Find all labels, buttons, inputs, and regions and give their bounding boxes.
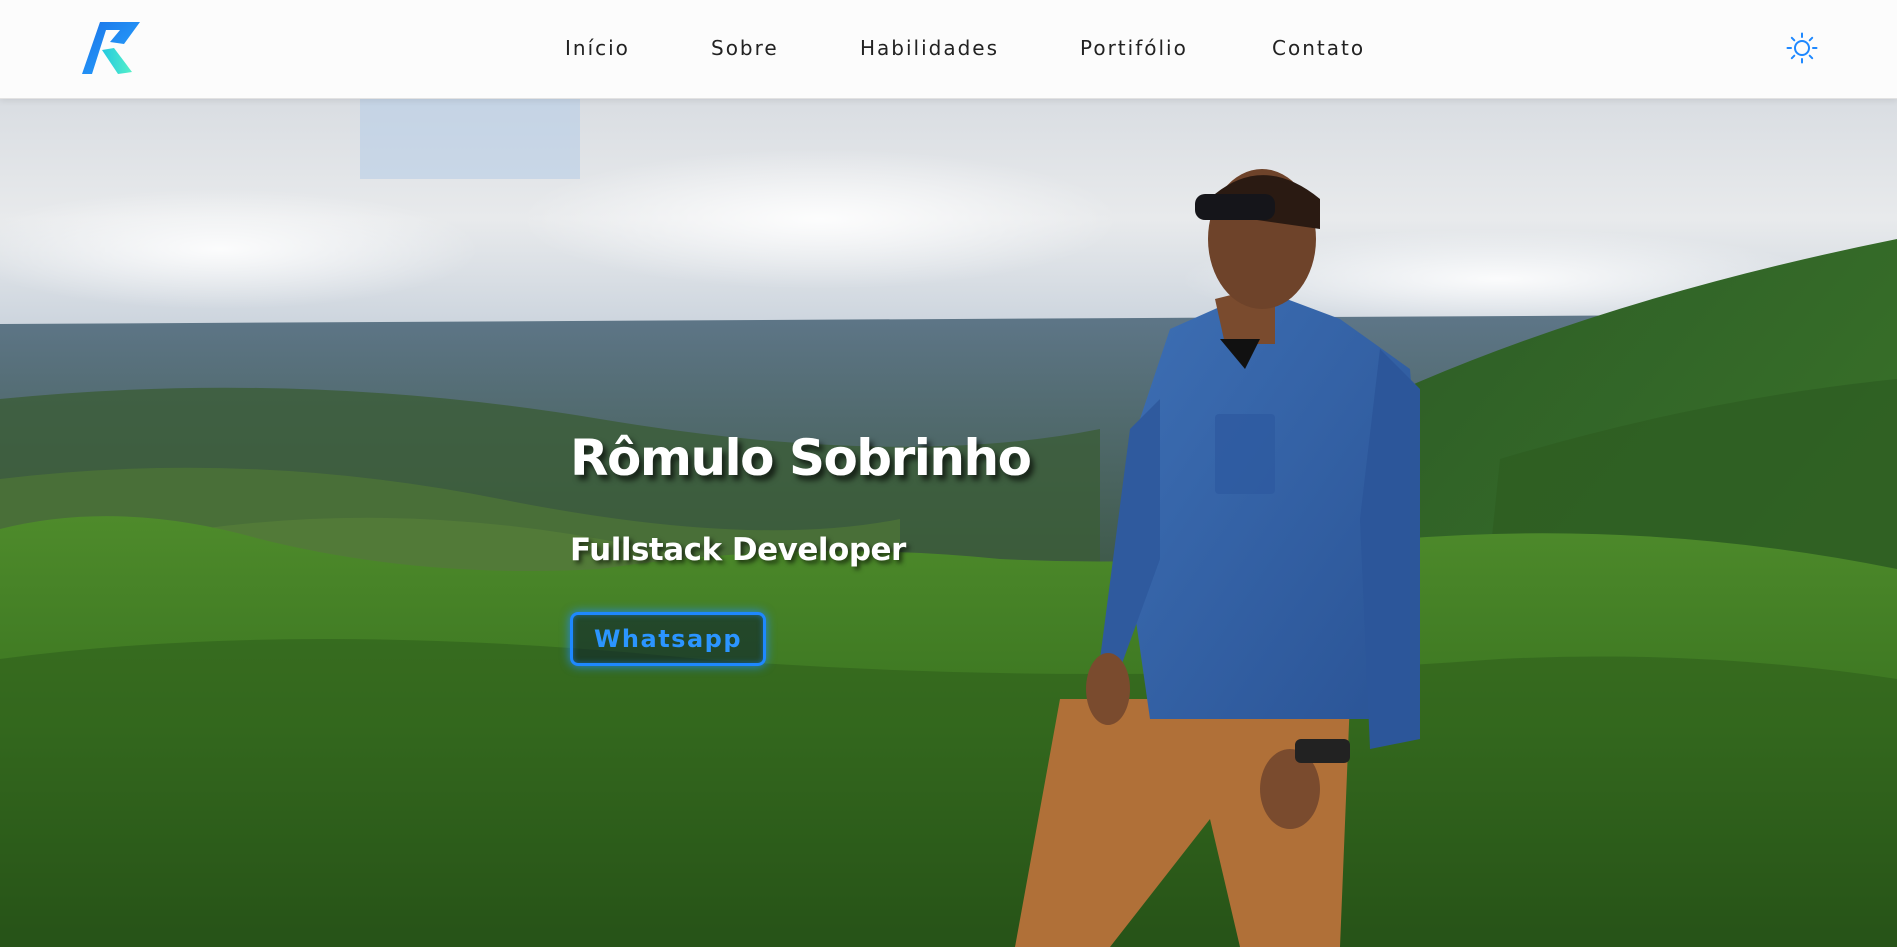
nav-link-sobre[interactable]: Sobre bbox=[711, 36, 779, 60]
whatsapp-button[interactable]: Whatsapp bbox=[570, 612, 766, 666]
main-nav: Início Sobre Habilidades Portifólio Cont… bbox=[0, 0, 1897, 98]
r-logo-icon[interactable] bbox=[80, 20, 142, 76]
hero-section: Rômulo Sobrinho Fullstack Developer What… bbox=[0, 99, 1897, 947]
site-header: Início Sobre Habilidades Portifólio Cont… bbox=[0, 0, 1897, 99]
nav-link-contato[interactable]: Contato bbox=[1272, 36, 1365, 60]
sun-icon[interactable] bbox=[1786, 32, 1818, 64]
hero-subtitle: Fullstack Developer bbox=[570, 532, 906, 568]
nav-link-habilidades[interactable]: Habilidades bbox=[860, 36, 999, 60]
hero-background-photo bbox=[0, 99, 1897, 947]
nav-link-portifolio[interactable]: Portifólio bbox=[1080, 36, 1188, 60]
nav-link-inicio[interactable]: Início bbox=[565, 36, 630, 60]
hero-title: Rômulo Sobrinho bbox=[570, 429, 1032, 487]
